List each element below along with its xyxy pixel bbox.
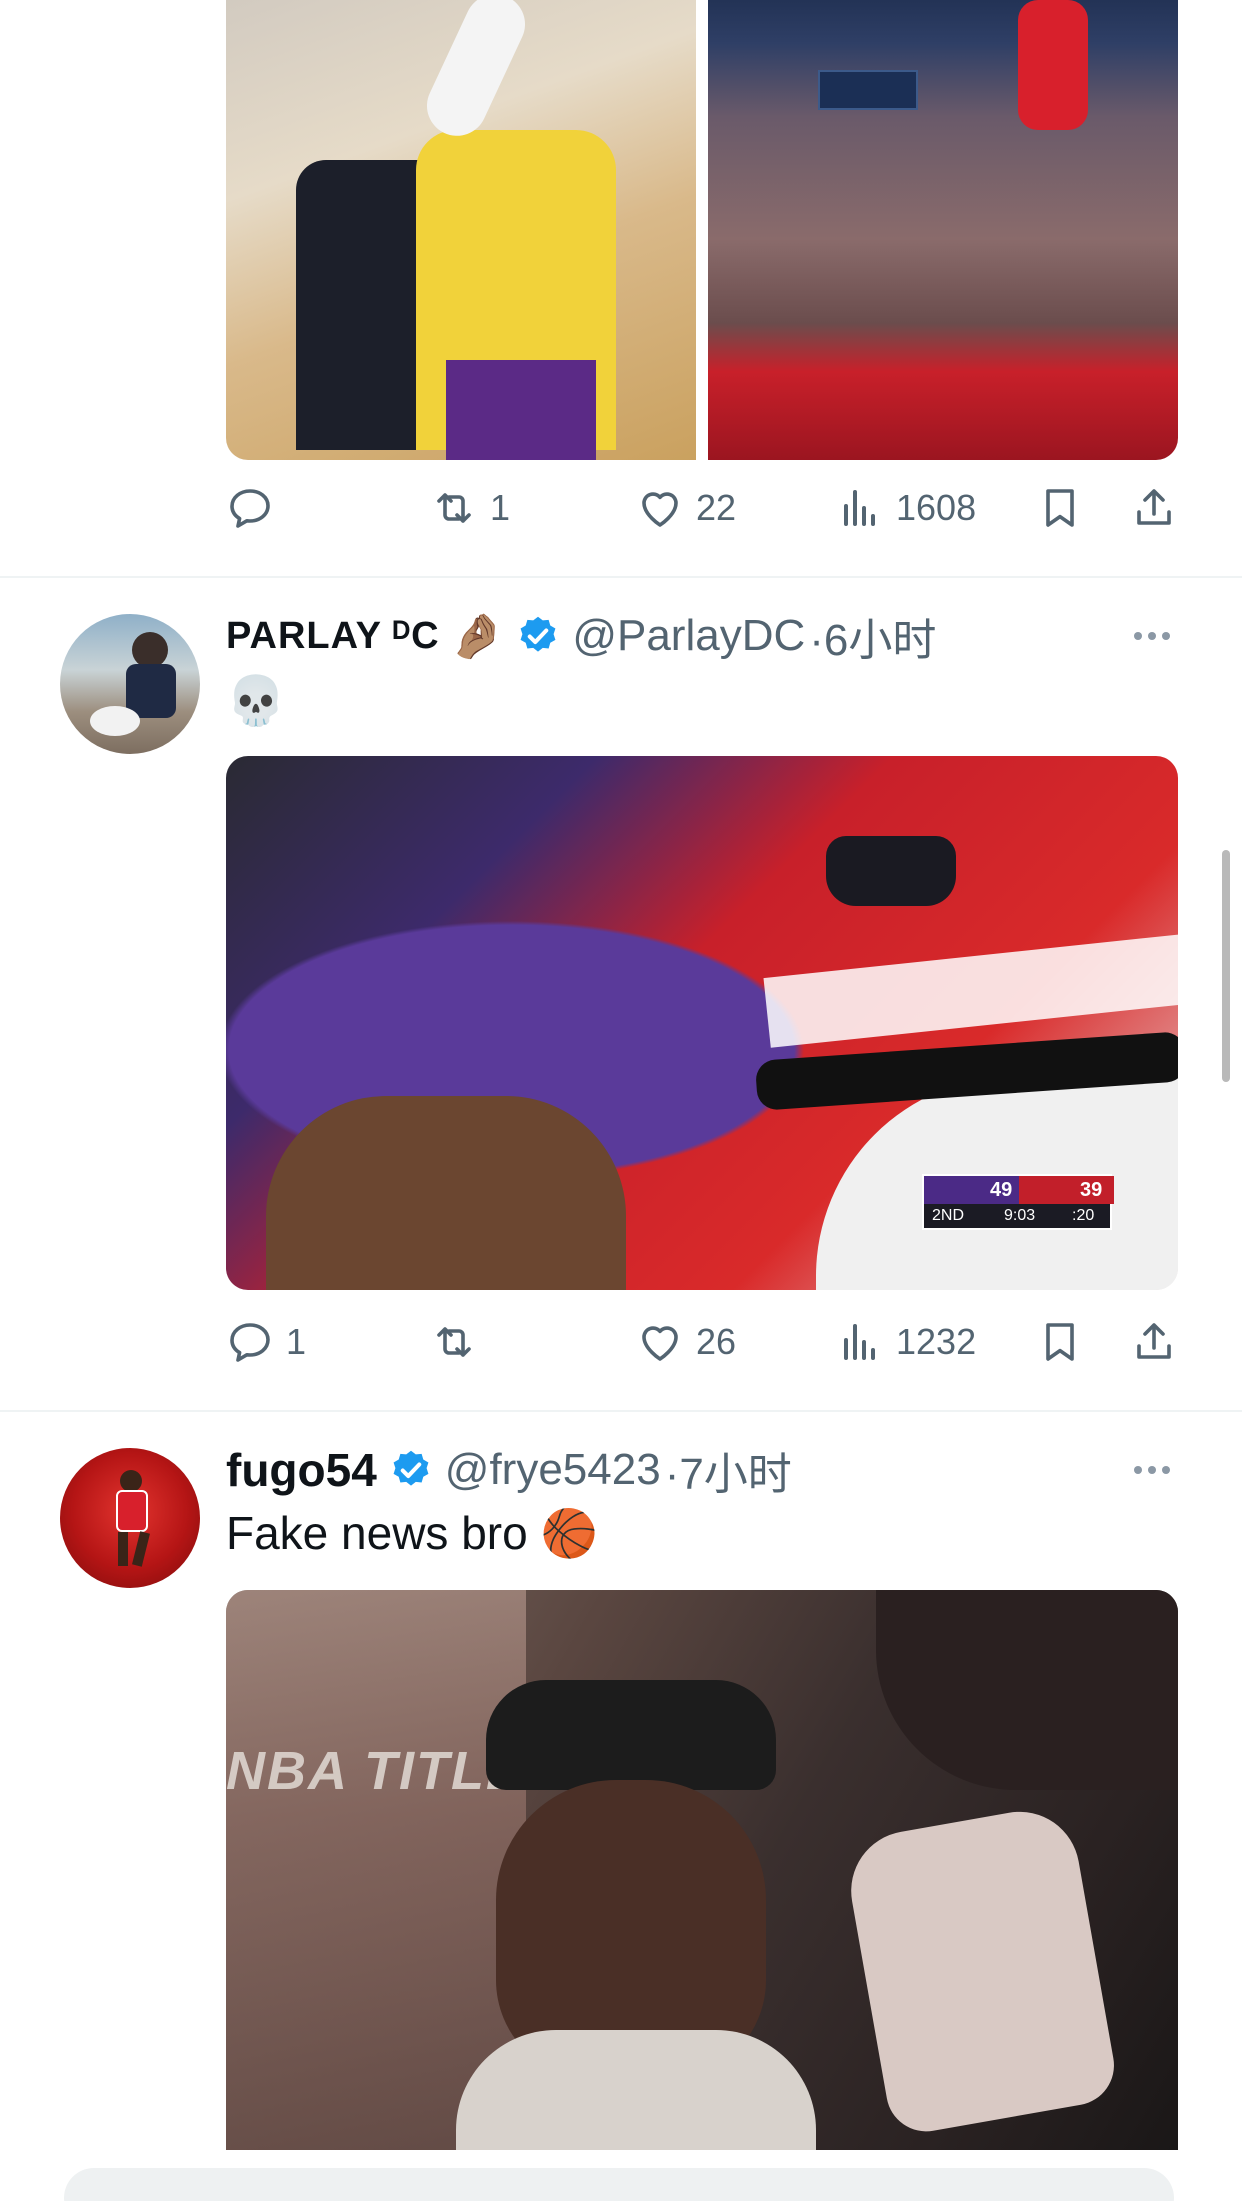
like-icon (636, 1318, 684, 1366)
tweet-1-like-button[interactable]: 22 (636, 484, 736, 532)
tweet-2-retweet-button[interactable] (430, 1318, 490, 1366)
tweet-2-media[interactable]: 49 39 2ND 9:03 :20 (226, 756, 1178, 1290)
tweet-1-reply-button[interactable] (226, 484, 286, 532)
tweet-3-more-icon[interactable] (1134, 1466, 1170, 1474)
tweet-1-bookmark-button[interactable] (1036, 484, 1084, 532)
tweet-2-avatar[interactable] (60, 614, 200, 754)
views-icon (836, 1318, 884, 1366)
tweet-3-display-name[interactable]: fugo54 (226, 1443, 377, 1497)
tweet-2-reply-button[interactable]: 1 (226, 1318, 306, 1366)
tweet-3-text: Fake news bro 🏀 (226, 1507, 598, 1559)
tweet-2-text: 💀 (226, 675, 286, 728)
views-count: 1608 (896, 487, 977, 528)
tweet-3-time[interactable]: ·7小时 (665, 1438, 792, 1502)
tweet-1-media[interactable] (226, 0, 1178, 460)
views-icon (836, 484, 884, 532)
tweet-3-handle[interactable]: @frye5423 (445, 1445, 661, 1495)
tweet-2-display-name[interactable]: PARLAY ᴰC (226, 615, 440, 658)
reply-icon (226, 1318, 274, 1366)
bookmark-icon (1036, 1318, 1084, 1366)
share-icon (1130, 1318, 1178, 1366)
tweet-2-name-emoji: 🤌🏽 (449, 612, 505, 661)
bookmark-icon (1036, 484, 1084, 532)
tweet-divider (0, 576, 1242, 578)
bottom-reply-bar[interactable] (64, 2168, 1174, 2201)
retweet-count: 1 (490, 487, 511, 528)
scoreboard-home-score: 39 (1080, 1179, 1103, 1201)
tweet-3-header: fugo54 @frye5423 ·7小时 (226, 1440, 792, 1500)
tweet-1-retweet-button[interactable]: 1 (430, 484, 510, 532)
scoreboard-away-score: 49 (990, 1179, 1013, 1201)
tweet-2-bookmark-button[interactable] (1036, 1318, 1084, 1366)
tweet-2-views-button[interactable]: 1232 (836, 1318, 976, 1366)
tweet-2-header: PARLAY ᴰC 🤌🏽 @ParlayDC ·6小时 (226, 606, 936, 666)
scoreboard-shot-clock: :20 (1072, 1207, 1095, 1224)
reply-count: 1 (286, 1321, 307, 1362)
views-count: 1232 (896, 1321, 977, 1362)
tweet-2-time[interactable]: ·6小时 (809, 604, 936, 668)
verified-badge-icon (389, 1448, 433, 1492)
reply-icon (226, 484, 274, 532)
like-count: 22 (696, 487, 737, 528)
scrollbar[interactable] (1222, 850, 1230, 1082)
tweet-1-photo-right[interactable] (708, 0, 1178, 460)
tweet-2-handle[interactable]: @ParlayDC (572, 611, 805, 661)
tweet-1-photo-left[interactable] (226, 0, 696, 460)
like-count: 26 (696, 1321, 737, 1362)
like-icon (636, 484, 684, 532)
tweet-1-views-button[interactable]: 1608 (836, 484, 976, 532)
scoreboard-clock: 9:03 (1004, 1207, 1036, 1224)
tweet-3-media[interactable]: NBA TITLES (226, 1590, 1178, 2150)
tweet-2-like-button[interactable]: 26 (636, 1318, 736, 1366)
share-icon (1130, 484, 1178, 532)
verified-badge-icon (516, 614, 560, 658)
scoreboard-period: 2ND (932, 1207, 965, 1224)
retweet-icon (430, 484, 478, 532)
tweet-1-share-button[interactable] (1130, 484, 1178, 532)
retweet-icon (430, 1318, 478, 1366)
tweet-2-more-icon[interactable] (1134, 632, 1170, 640)
scoreboard: 49 39 2ND 9:03 :20 (922, 1174, 1114, 1230)
tweet-3-avatar[interactable] (60, 1448, 200, 1588)
tweet-2-share-button[interactable] (1130, 1318, 1178, 1366)
tweet-divider (0, 1410, 1242, 1412)
